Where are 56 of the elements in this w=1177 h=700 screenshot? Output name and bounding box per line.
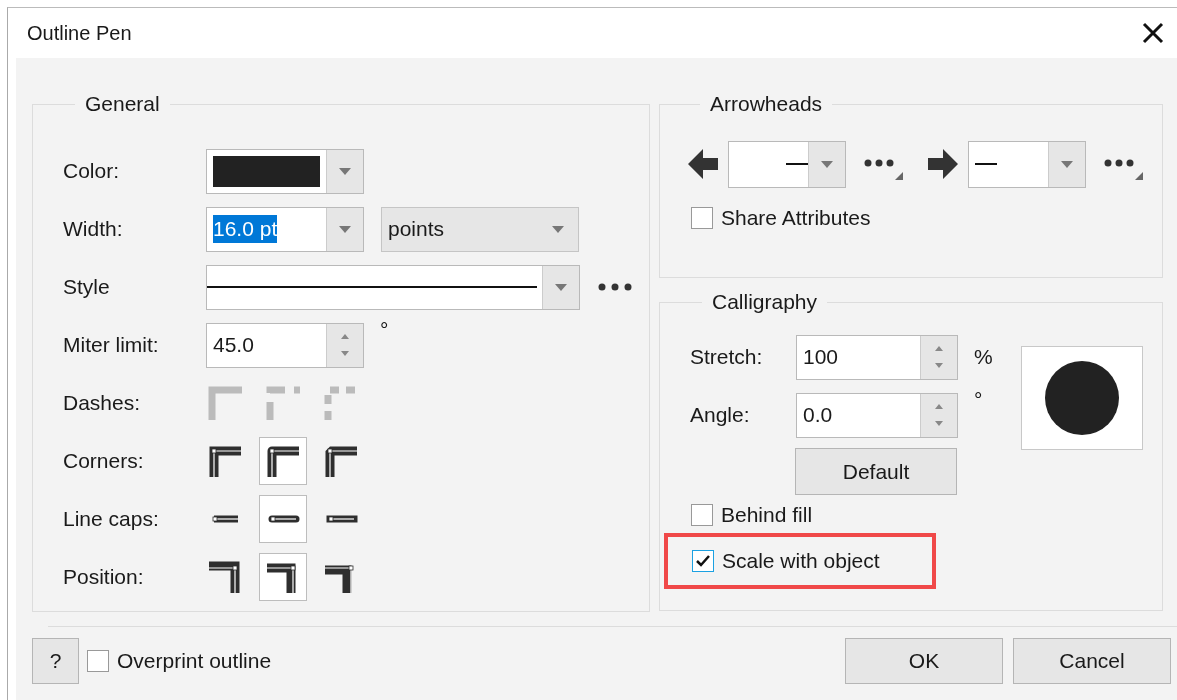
stretch-spinbox[interactable]: 100 [796, 334, 958, 380]
checkbox[interactable] [691, 504, 713, 526]
section-title: Calligraphy [711, 290, 819, 314]
checkbox-label[interactable]: Overprint outline [117, 649, 272, 673]
checkbox-label[interactable]: Scale with object [722, 549, 880, 573]
color-dropdown[interactable] [206, 148, 364, 194]
caret-icon [339, 225, 351, 233]
ok-button[interactable]: OK [845, 638, 1003, 684]
checkbox[interactable] [692, 550, 714, 572]
field-label: Dashes: [63, 391, 142, 415]
checkbox[interactable] [691, 207, 713, 229]
section-title: Arrowheads [709, 92, 824, 116]
field-label: Line caps: [63, 507, 160, 531]
width-dropdown[interactable]: 16.0 pt [206, 206, 364, 252]
miter-limit-spinbox[interactable]: 45.0 [206, 322, 364, 368]
window-title: Outline Pen [27, 21, 133, 45]
spin-arrows-icon [934, 403, 944, 427]
section-title: General [84, 92, 161, 116]
line-end-preview [786, 163, 808, 165]
spin-arrows-icon [340, 333, 350, 357]
checkmark-icon [695, 554, 711, 568]
caret-icon [339, 167, 351, 175]
field-label: Angle: [690, 403, 751, 427]
field-label: Color: [63, 159, 121, 183]
checkbox-label[interactable]: Behind fill [721, 503, 813, 527]
left-arrow-icon [688, 149, 718, 179]
nib-shape-icon [1044, 361, 1119, 435]
caps-option[interactable] [259, 495, 307, 543]
line-style-dropdown[interactable] [206, 264, 580, 310]
field-label: Width: [63, 217, 124, 241]
close-icon[interactable] [1141, 21, 1165, 45]
caret-icon [552, 225, 564, 233]
field-label: Position: [63, 565, 145, 589]
checkbox[interactable] [87, 650, 109, 672]
field-label: Corners: [63, 449, 145, 473]
unit-label: % [974, 345, 993, 369]
caret-icon [821, 160, 833, 168]
field-label: Miter limit: [63, 333, 160, 357]
right-arrow-icon [928, 149, 958, 179]
more-icon[interactable] [598, 283, 632, 291]
width-value: 16.0 pt [213, 215, 278, 243]
unit-label: ° [974, 388, 983, 412]
cancel-button[interactable]: Cancel [1013, 638, 1171, 684]
units-dropdown[interactable]: points [381, 206, 579, 252]
caret-icon [1061, 160, 1073, 168]
start-arrowhead-dropdown[interactable] [728, 140, 846, 188]
spin-arrows-icon [934, 345, 944, 369]
caret-icon [555, 283, 567, 291]
field-label: Style [63, 275, 111, 299]
checkbox-label[interactable]: Share Attributes [721, 206, 871, 230]
field-label: Stretch: [690, 345, 764, 369]
angle-spinbox[interactable]: 0.0 [796, 392, 958, 438]
help-button[interactable]: ? [32, 638, 79, 684]
line-end-preview [975, 163, 997, 165]
default-button[interactable]: Default [795, 448, 957, 495]
unit-label: ° [380, 318, 389, 342]
